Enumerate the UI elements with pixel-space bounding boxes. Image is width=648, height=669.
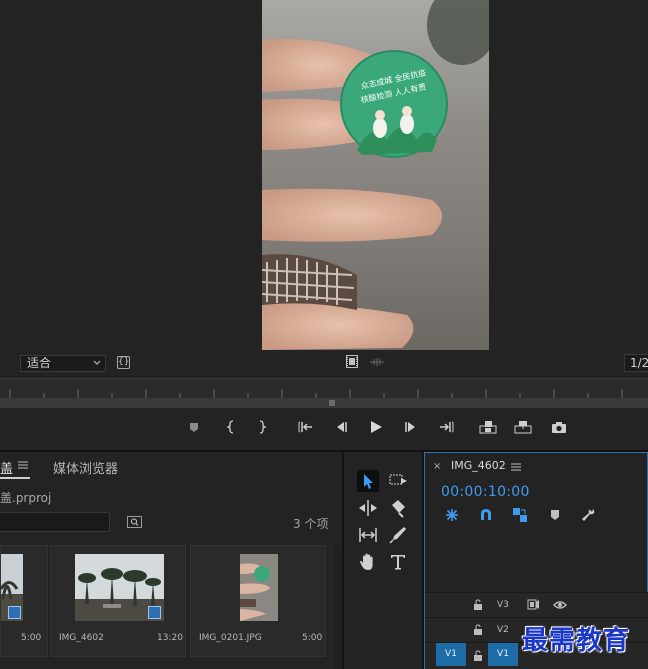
sync-lock-icon[interactable] (527, 599, 540, 610)
type-icon (391, 555, 405, 570)
slip-icon (359, 528, 377, 542)
time-ruler[interactable] (0, 378, 648, 398)
clip-thumbnail (240, 554, 278, 621)
lock-icon[interactable] (473, 624, 483, 635)
hand-tool[interactable] (357, 551, 379, 573)
zoom-fit-dropdown[interactable]: 适合 (20, 355, 106, 372)
sequence-badge-icon (8, 606, 21, 619)
clip-card-2[interactable]: IMG_4602 13:20 (50, 545, 186, 657)
marker-icon[interactable] (185, 418, 203, 436)
track-row-v3[interactable]: V3 (425, 592, 648, 617)
clip-card-1[interactable]: 5:00 (0, 545, 48, 657)
hand-icon (360, 553, 373, 570)
item-count-label: 3 个项 (293, 517, 329, 531)
program-video-frame: 众志成城 全民抗疫 核酸检测 人人有责 (262, 0, 489, 350)
ripple-edit-icon (359, 500, 377, 516)
selection-tool[interactable] (357, 470, 379, 492)
project-scrollbar[interactable] (332, 545, 342, 669)
track-label: V2 (497, 625, 509, 635)
overwrite-icon[interactable] (514, 418, 532, 436)
type-tool[interactable] (387, 551, 409, 573)
snap-magnet-icon[interactable] (478, 507, 494, 523)
film-strip-icon[interactable] (346, 355, 358, 368)
sequence-badge-icon (148, 606, 161, 619)
source-patch-v1[interactable]: V1 (436, 643, 466, 666)
active-tab-indicator (0, 477, 30, 479)
slip-tool[interactable] (357, 524, 379, 546)
sequence-tab-title[interactable]: IMG_4602 (451, 459, 506, 472)
clip-name: IMG_4602 (59, 633, 104, 643)
panel-menu-icon[interactable] (18, 460, 28, 470)
settings-bracket-icon[interactable]: {} (117, 356, 130, 369)
linked-selection-icon[interactable] (512, 507, 528, 523)
track-label: V3 (497, 600, 509, 610)
camera-icon[interactable] (550, 418, 568, 436)
razor-tool[interactable] (387, 497, 409, 519)
project-search-input[interactable] (0, 512, 110, 532)
lock-icon[interactable] (473, 599, 483, 610)
mark-in-icon[interactable] (222, 418, 240, 436)
eye-icon[interactable] (553, 600, 567, 610)
project-tab-label[interactable]: 盖 (0, 458, 13, 477)
razor-icon (392, 500, 405, 518)
insert-icon[interactable] (479, 418, 497, 436)
pen-icon (389, 527, 406, 544)
pen-tool[interactable] (387, 524, 409, 546)
zoom-scroll-bar[interactable] (0, 398, 648, 408)
playhead-timecode[interactable]: 00:00:10:00 (441, 484, 530, 500)
step-back-icon[interactable] (332, 418, 350, 436)
clip-duration: 13:20 (157, 633, 183, 643)
clip-card-3[interactable]: IMG_0201.JPG 5:00 (190, 545, 326, 657)
chevron-down-icon (93, 360, 101, 365)
go-to-out-icon[interactable] (437, 418, 455, 436)
step-forward-icon[interactable] (402, 418, 420, 436)
playback-resolution-dropdown[interactable]: 1/2 (624, 354, 648, 372)
go-to-in-icon[interactable] (297, 418, 315, 436)
clip-duration: 5:00 (21, 633, 42, 643)
tab-media-browser[interactable]: 媒体浏览器 (53, 458, 118, 477)
clip-duration: 5:00 (302, 633, 323, 643)
mark-out-icon[interactable] (253, 418, 271, 436)
ripple-edit-tool[interactable] (357, 497, 379, 519)
tools-panel (342, 452, 424, 669)
add-marker-icon[interactable] (547, 507, 563, 523)
scroll-grip-icon[interactable] (328, 399, 336, 407)
wrench-icon[interactable] (580, 507, 596, 523)
play-icon[interactable] (367, 418, 385, 436)
watermark-logo: 最需教育 (522, 626, 631, 656)
ruler-ticks (9, 389, 623, 398)
zoom-fit-label: 适合 (27, 356, 52, 370)
nest-icon[interactable] (444, 507, 460, 523)
clip-name: IMG_0201.JPG (199, 633, 262, 643)
close-icon[interactable]: × (433, 461, 441, 472)
find-icon[interactable] (127, 516, 142, 528)
panel-menu-icon[interactable] (511, 462, 521, 472)
project-file-name: 盖.prproj (0, 491, 52, 505)
track-select-tool[interactable] (387, 470, 409, 492)
lock-icon[interactable] (473, 650, 483, 661)
selection-tool-icon (364, 474, 373, 489)
comparison-view-icon[interactable] (370, 357, 384, 367)
track-select-icon (389, 474, 407, 485)
track-target-v1[interactable]: V1 (488, 643, 518, 666)
